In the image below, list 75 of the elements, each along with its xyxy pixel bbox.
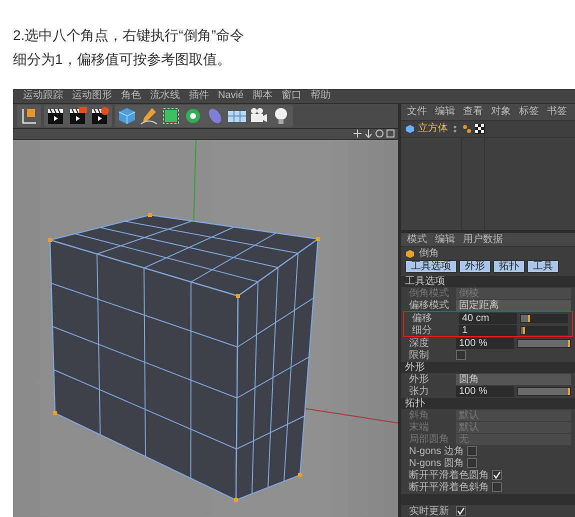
slider-track[interactable] <box>520 326 568 334</box>
field-label: N-gons 圆角 <box>409 458 464 468</box>
pen-icon <box>139 106 159 126</box>
number-field[interactable]: 100 % <box>456 386 514 396</box>
checker-tag-icon <box>475 124 485 134</box>
menu-item[interactable]: Navié <box>218 90 244 102</box>
menu-item[interactable]: 脚本 <box>252 90 273 102</box>
field-label: 末端 <box>409 422 430 432</box>
checkmark-icon <box>457 507 465 515</box>
menu-item[interactable]: 角色 <box>121 90 141 102</box>
rotate-icon <box>375 129 384 138</box>
field-label: 限制 <box>409 350 430 360</box>
menu-item[interactable]: 运动图形 <box>72 90 112 102</box>
menu-item[interactable]: 窗口 <box>282 90 302 102</box>
field-label: 深度 <box>409 338 430 348</box>
slider-track[interactable] <box>520 314 568 322</box>
menu-item[interactable]: 查看 <box>463 106 483 118</box>
dropdown[interactable]: 圆角 <box>456 374 571 384</box>
tab[interactable]: 工具选项 <box>405 260 457 273</box>
clapperboard-icon <box>68 106 88 126</box>
menu-item[interactable]: 帮助 <box>310 90 331 102</box>
number-field[interactable]: 1 <box>459 324 517 336</box>
number-field[interactable]: 100 % <box>456 338 514 348</box>
field-label: 实时更新 <box>409 506 450 516</box>
cage-cube-icon <box>161 106 181 126</box>
menu-item[interactable]: 文件 <box>407 106 427 118</box>
field-label: 细分 <box>412 324 433 336</box>
checkmark-icon <box>493 471 501 479</box>
menu-item[interactable]: 模式 <box>407 234 427 245</box>
field-label: 外形 <box>409 374 430 384</box>
field-label: 偏移 <box>412 312 433 324</box>
section-header: 拓扑 <box>401 398 575 409</box>
maximize-icon <box>386 129 395 138</box>
menu-item[interactable]: 对象 <box>491 106 511 118</box>
checkbox[interactable] <box>467 446 478 456</box>
instruction-text: 2.选中八个角点，右键执行“倒角”命令 <box>13 26 245 45</box>
visibility-dots-icon <box>451 124 459 134</box>
tab[interactable]: 工具 <box>527 260 559 273</box>
clapperboard-icon <box>46 106 66 126</box>
menu-item[interactable]: 用户数据 <box>463 234 503 245</box>
panel-title: 倒角 <box>419 248 439 259</box>
checkbox[interactable] <box>467 458 478 468</box>
dropdown[interactable]: 固定距离 <box>456 300 571 310</box>
menu-item[interactable]: 标签 <box>519 106 539 118</box>
cube-icon <box>117 106 137 126</box>
vertex-tag-icon <box>462 124 472 134</box>
object-name[interactable]: 立方体 <box>418 123 448 135</box>
field-label: 断开平滑着色圆角 <box>409 470 489 480</box>
field-label: 偏移模式 <box>409 300 450 310</box>
checkbox[interactable] <box>456 506 466 516</box>
menu-item[interactable]: 书签 <box>547 106 567 118</box>
move-icon <box>353 129 362 138</box>
menu-item[interactable]: 插件 <box>189 90 209 102</box>
menu-item[interactable]: 运动跟踪 <box>23 90 63 102</box>
field-label: 斜角 <box>409 410 430 420</box>
menu-item[interactable]: 编辑 <box>435 234 455 245</box>
number-field[interactable]: 40 cm <box>459 312 517 324</box>
field-label: 张力 <box>409 386 430 396</box>
menu-item[interactable]: 流水线 <box>150 90 180 102</box>
section-header: 工具选项 <box>401 276 575 287</box>
checkbox[interactable] <box>492 470 502 480</box>
instruction-text: 细分为1，偏移值可按参考图取值。 <box>13 50 232 69</box>
clapperboard-icon <box>90 106 110 126</box>
field-label: 断开平滑着色斜角 <box>409 482 489 492</box>
tab[interactable]: 拓扑 <box>493 260 525 273</box>
arrow-down-icon <box>364 129 373 138</box>
cube-object-icon <box>405 124 415 134</box>
checkbox[interactable] <box>456 350 466 360</box>
field-label: N-gons 边角 <box>409 446 464 456</box>
field-label: 局部圆角 <box>409 434 450 444</box>
checkbox[interactable] <box>492 482 502 492</box>
field-label: 倒角模式 <box>409 288 450 298</box>
tab[interactable]: 外形 <box>459 260 491 273</box>
menu-item[interactable]: 编辑 <box>435 106 455 118</box>
section-header: 外形 <box>401 362 575 373</box>
